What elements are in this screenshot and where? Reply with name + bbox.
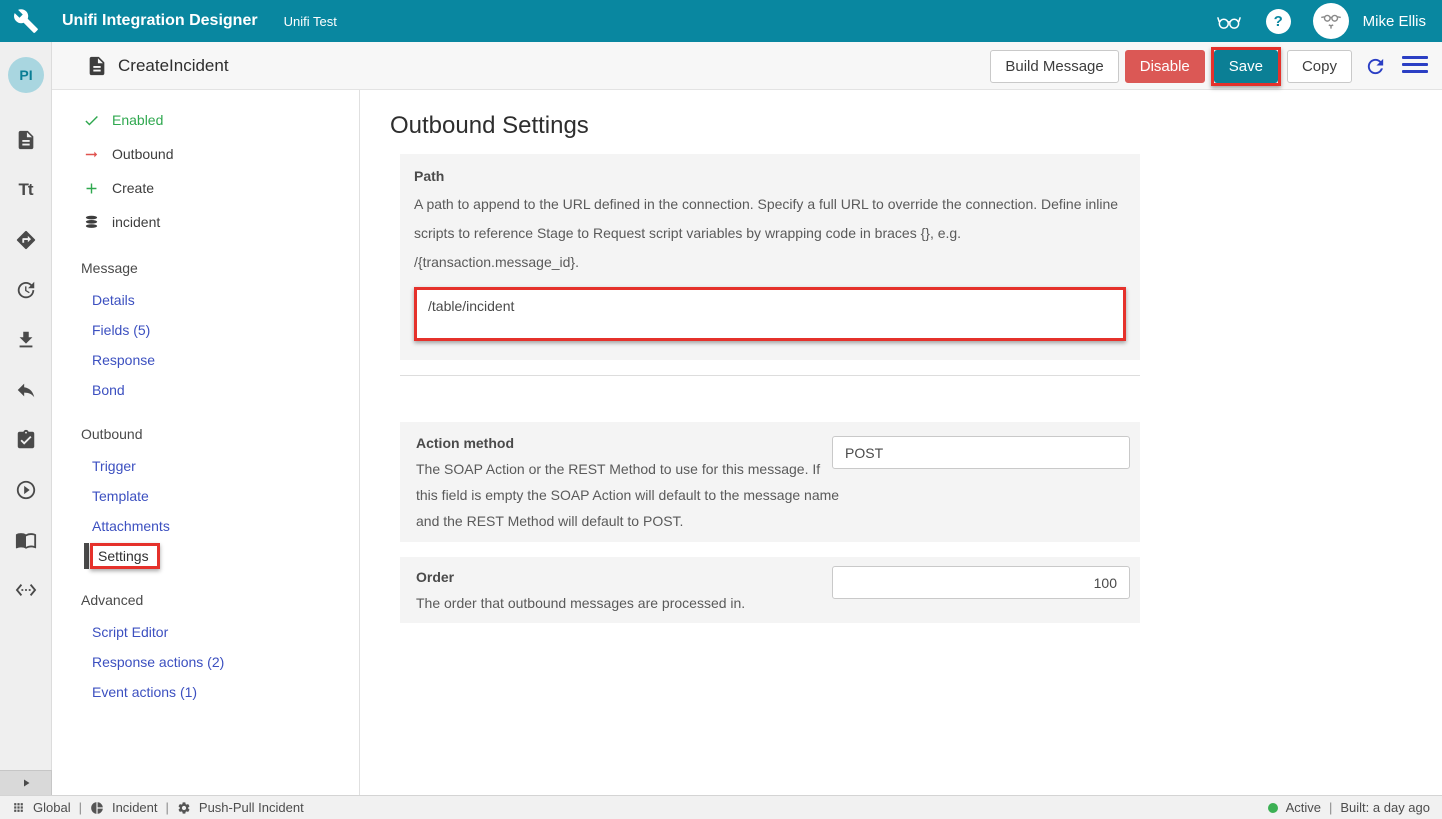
hamburger-menu-icon[interactable] bbox=[1402, 56, 1428, 73]
copy-button[interactable]: Copy bbox=[1287, 50, 1352, 83]
nav-section-advanced: Advanced bbox=[52, 583, 359, 617]
app-window: Unifi Integration Designer Unifi Test ? … bbox=[0, 0, 1442, 819]
wrench-icon[interactable] bbox=[0, 0, 52, 42]
nav-link-response[interactable]: Response bbox=[52, 345, 359, 375]
nav-link-template[interactable]: Template bbox=[52, 481, 359, 511]
separator: | bbox=[166, 800, 169, 815]
book-icon[interactable] bbox=[14, 528, 38, 552]
message-nav: Enabled Outbound Create incident Message… bbox=[52, 90, 360, 795]
nav-item-outbound[interactable]: Outbound bbox=[52, 137, 359, 171]
help-icon[interactable]: ? bbox=[1266, 9, 1291, 34]
separator: | bbox=[79, 800, 82, 815]
path-label: Path bbox=[414, 168, 1126, 184]
integration-label: Push-Pull Incident bbox=[199, 800, 304, 815]
nav-link-settings[interactable]: Settings bbox=[52, 541, 359, 571]
plus-icon bbox=[83, 180, 100, 197]
page-title: Outbound Settings bbox=[390, 112, 1442, 140]
document-icon[interactable] bbox=[14, 128, 38, 152]
annotation-settings-highlight: Settings bbox=[90, 543, 160, 569]
top-bar-right: ? Mike Ellis bbox=[1214, 3, 1442, 39]
path-input[interactable]: /table/incident bbox=[417, 290, 1123, 338]
top-bar: Unifi Integration Designer Unifi Test ? … bbox=[0, 0, 1442, 42]
record-title: CreateIncident bbox=[118, 56, 229, 76]
check-icon bbox=[83, 112, 100, 129]
build-message-button[interactable]: Build Message bbox=[990, 50, 1118, 83]
order-description: The order that outbound messages are pro… bbox=[416, 590, 841, 616]
action-method-description: The SOAP Action or the REST Method to us… bbox=[416, 456, 841, 534]
nav-item-enabled[interactable]: Enabled bbox=[52, 103, 359, 137]
code-icon[interactable] bbox=[14, 578, 38, 602]
nav-item-label: Settings bbox=[98, 548, 149, 564]
app-grid-icon[interactable] bbox=[12, 801, 25, 814]
record-header: CreateIncident Build Message Disable Sav… bbox=[0, 42, 1442, 90]
nav-link-event-actions[interactable]: Event actions (1) bbox=[52, 677, 359, 707]
history-icon[interactable] bbox=[14, 278, 38, 302]
status-dot-icon bbox=[1268, 803, 1278, 813]
nav-item-label: Outbound bbox=[112, 146, 174, 162]
order-field-panel: Order The order that outbound messages a… bbox=[400, 557, 1140, 623]
nav-item-incident[interactable]: incident bbox=[52, 205, 359, 239]
main-content: Outbound Settings Path A path to append … bbox=[360, 90, 1442, 795]
built-label: Built: a day ago bbox=[1340, 800, 1430, 815]
action-method-field-panel: Action method The SOAP Action or the RES… bbox=[400, 422, 1140, 542]
action-method-input[interactable] bbox=[832, 436, 1130, 469]
signpost-icon[interactable] bbox=[14, 228, 38, 252]
reply-icon[interactable] bbox=[14, 378, 38, 402]
arrow-right-icon bbox=[83, 146, 100, 163]
nav-link-attachments[interactable]: Attachments bbox=[52, 511, 359, 541]
document-icon bbox=[86, 55, 108, 77]
integration-avatar[interactable]: PI bbox=[8, 57, 44, 93]
active-indicator-bar bbox=[84, 543, 89, 569]
status-bar: Global | Incident | Push-Pull Incident A… bbox=[0, 795, 1442, 819]
nav-link-response-actions[interactable]: Response actions (2) bbox=[52, 647, 359, 677]
status-label: Active bbox=[1286, 800, 1321, 815]
nav-link-trigger[interactable]: Trigger bbox=[52, 451, 359, 481]
nav-link-details[interactable]: Details bbox=[52, 285, 359, 315]
save-button[interactable]: Save bbox=[1214, 50, 1278, 83]
gear-icon[interactable] bbox=[177, 801, 191, 815]
disable-button[interactable]: Disable bbox=[1125, 50, 1205, 83]
annotation-save-highlight: Save bbox=[1211, 47, 1281, 86]
glasses-icon[interactable] bbox=[1214, 8, 1244, 34]
nav-section-outbound: Outbound bbox=[52, 417, 359, 451]
status-bar-left: Global | Incident | Push-Pull Incident bbox=[12, 800, 304, 815]
application-label: Incident bbox=[112, 800, 158, 815]
path-description: A path to append to the URL defined in t… bbox=[414, 190, 1120, 277]
play-circle-icon[interactable] bbox=[14, 478, 38, 502]
nav-item-label: Create bbox=[112, 180, 154, 196]
separator: | bbox=[1329, 800, 1332, 815]
scope-label: Global bbox=[33, 800, 71, 815]
status-bar-right: Active | Built: a day ago bbox=[1268, 800, 1430, 815]
environment-label: Unifi Test bbox=[284, 14, 337, 29]
section-divider bbox=[400, 375, 1140, 376]
nav-link-bond[interactable]: Bond bbox=[52, 375, 359, 405]
nav-item-label: Enabled bbox=[112, 112, 163, 128]
order-input[interactable] bbox=[832, 566, 1130, 599]
typography-icon[interactable]: Tt bbox=[14, 178, 38, 202]
path-field-panel: Path A path to append to the URL defined… bbox=[400, 154, 1140, 360]
user-avatar[interactable] bbox=[1313, 3, 1349, 39]
nav-link-fields[interactable]: Fields (5) bbox=[52, 315, 359, 345]
nav-section-message: Message bbox=[52, 251, 359, 285]
database-icon bbox=[83, 214, 100, 231]
download-icon[interactable] bbox=[14, 328, 38, 352]
sidebar-expand-button[interactable] bbox=[0, 770, 52, 795]
icon-rail: Tt bbox=[0, 42, 52, 770]
annotation-path-highlight: /table/incident bbox=[414, 287, 1126, 341]
app-title: Unifi Integration Designer bbox=[62, 12, 258, 30]
nav-link-script-editor[interactable]: Script Editor bbox=[52, 617, 359, 647]
scope-pie-icon[interactable] bbox=[90, 801, 104, 815]
refresh-icon[interactable] bbox=[1364, 55, 1387, 78]
nav-item-label: incident bbox=[112, 214, 160, 230]
nav-item-create[interactable]: Create bbox=[52, 171, 359, 205]
user-name[interactable]: Mike Ellis bbox=[1363, 13, 1426, 30]
header-actions: Build Message Disable Save Copy bbox=[990, 46, 1352, 86]
clipboard-check-icon[interactable] bbox=[14, 428, 38, 452]
